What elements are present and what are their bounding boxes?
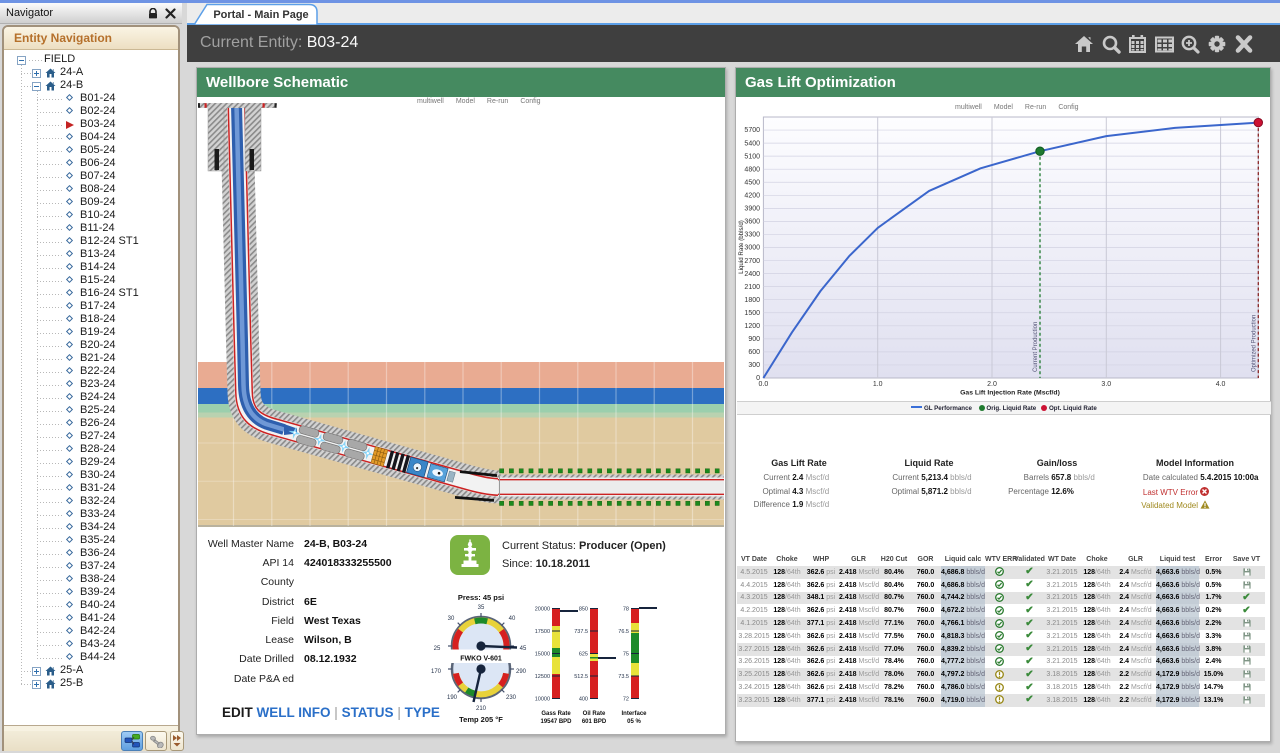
svg-text:Current Production: Current Production	[1033, 322, 1039, 372]
svg-text:10000: 10000	[535, 697, 550, 703]
svg-text:15000: 15000	[535, 652, 550, 658]
svg-text:Optimized Production: Optimized Production	[1251, 315, 1257, 372]
svg-text:5100: 5100	[744, 153, 760, 160]
svg-text:40: 40	[509, 616, 516, 622]
svg-text:2100: 2100	[744, 284, 760, 291]
svg-text:Gass Rate: Gass Rate	[541, 711, 571, 717]
svg-text:3300: 3300	[744, 232, 760, 239]
svg-text:25: 25	[434, 646, 441, 652]
svg-text:3000: 3000	[744, 245, 760, 252]
svg-text:17500: 17500	[535, 629, 550, 635]
svg-text:19547 BPD: 19547 BPD	[540, 719, 572, 725]
svg-text:190: 190	[447, 695, 458, 701]
svg-text:4.0: 4.0	[1216, 381, 1226, 388]
svg-text:72: 72	[623, 697, 629, 703]
svg-text:73.5: 73.5	[618, 674, 629, 680]
svg-text:Temp 205 °F: Temp 205 °F	[459, 715, 503, 724]
svg-text:4800: 4800	[744, 166, 760, 173]
svg-text:76.5: 76.5	[618, 629, 629, 635]
svg-text:5700: 5700	[744, 127, 760, 134]
svg-text:Press: 45 psi: Press: 45 psi	[458, 593, 504, 602]
svg-text:290: 290	[516, 669, 527, 675]
svg-text:05 %: 05 %	[627, 719, 641, 725]
svg-text:900: 900	[748, 336, 760, 343]
svg-text:Oil Rate: Oil Rate	[583, 711, 606, 717]
svg-text:1200: 1200	[744, 323, 760, 330]
svg-text:30: 30	[448, 616, 455, 622]
svg-text:601 BPD: 601 BPD	[582, 719, 607, 725]
svg-text:45: 45	[520, 646, 527, 652]
svg-text:170: 170	[431, 669, 442, 675]
svg-text:2400: 2400	[744, 271, 760, 278]
svg-text:5400: 5400	[744, 140, 760, 147]
svg-text:Interface: Interface	[621, 711, 647, 717]
svg-text:Portal - Main Page: Portal - Main Page	[213, 9, 308, 21]
svg-text:Gas Lift Injection Rate (Mscf/: Gas Lift Injection Rate (Mscf/d)	[960, 390, 1060, 397]
svg-text:75: 75	[623, 652, 629, 658]
svg-text:Liquid Rate (bbls/d): Liquid Rate (bbls/d)	[738, 220, 745, 274]
svg-text:400: 400	[579, 697, 588, 703]
svg-text:3600: 3600	[744, 219, 760, 226]
svg-text:210: 210	[476, 706, 487, 712]
svg-text:300: 300	[748, 362, 760, 369]
svg-text:3.0: 3.0	[1101, 381, 1111, 388]
svg-text:230: 230	[506, 695, 517, 701]
svg-text:4500: 4500	[744, 180, 760, 187]
svg-text:2700: 2700	[744, 258, 760, 265]
svg-text:35: 35	[478, 605, 485, 611]
svg-text:1.0: 1.0	[873, 381, 883, 388]
svg-text:20000: 20000	[535, 607, 550, 613]
svg-text:FWKO V-601: FWKO V-601	[460, 656, 502, 663]
svg-text:4200: 4200	[744, 193, 760, 200]
svg-text:78: 78	[623, 607, 629, 613]
svg-text:850: 850	[579, 607, 588, 613]
svg-text:512.5: 512.5	[574, 674, 588, 680]
svg-text:1800: 1800	[744, 297, 760, 304]
svg-text:3900: 3900	[744, 206, 760, 213]
svg-text:2.0: 2.0	[987, 381, 997, 388]
svg-text:737.5: 737.5	[574, 629, 588, 635]
svg-text:600: 600	[748, 349, 760, 356]
svg-text:625: 625	[579, 652, 588, 658]
svg-text:1500: 1500	[744, 310, 760, 317]
svg-text:12500: 12500	[535, 674, 550, 680]
svg-text:0.0: 0.0	[759, 381, 769, 388]
